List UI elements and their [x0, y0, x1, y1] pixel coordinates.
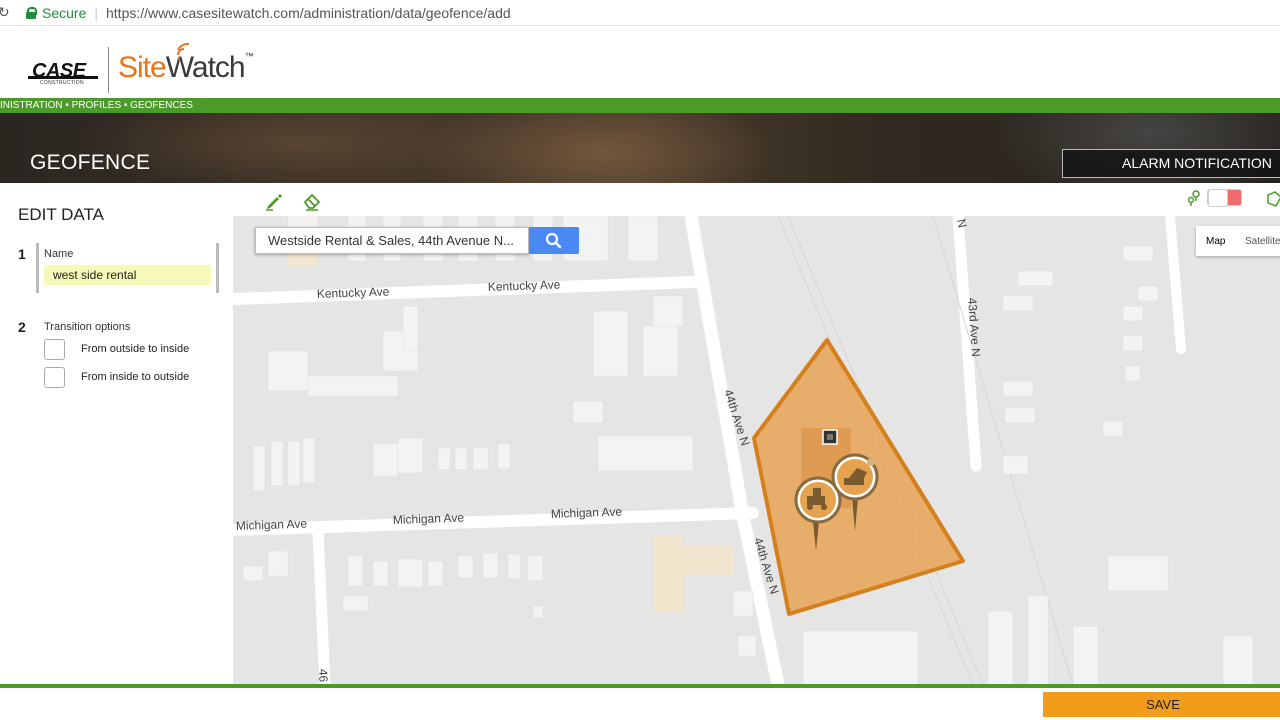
street-label-kentucky-1: Kentucky Ave	[317, 284, 390, 301]
page-banner: GEOFENCE ALARM NOTIFICATION	[0, 113, 1280, 183]
edit-data-title: EDIT DATA	[18, 205, 104, 224]
road-east	[1165, 216, 1186, 354]
road-46th	[312, 526, 331, 685]
case-logo[interactable]: CASE CONSTRUCTION	[28, 58, 102, 86]
polygon-center-dot	[827, 434, 833, 440]
step-2-number: 2	[18, 319, 26, 335]
name-input[interactable]	[44, 265, 211, 285]
street-label-kentucky-2: Kentucky Ave	[488, 277, 561, 294]
map-search-input[interactable]: Westside Rental & Sales, 44th Avenue N..…	[255, 227, 529, 254]
step-1-number: 1	[18, 246, 26, 262]
logo-divider	[108, 47, 109, 93]
url-separator: |	[94, 4, 98, 21]
inside-to-outside-label[interactable]: From inside to outside	[81, 371, 189, 383]
street-label-n: N	[954, 218, 969, 229]
street-label-46: 46	[316, 669, 330, 683]
outside-to-inside-label[interactable]: From outside to inside	[81, 343, 189, 355]
case-logo-bar	[28, 76, 98, 79]
map-search-button[interactable]	[529, 227, 579, 254]
footer-green-line	[0, 684, 1280, 688]
map-graphic[interactable]: Kentucky Ave Kentucky Ave Michigan Ave M…	[233, 216, 1280, 685]
sitewatch-logo-site: Site	[118, 51, 167, 84]
page-title: GEOFENCE	[30, 151, 151, 174]
toggle-switch[interactable]	[1207, 189, 1242, 207]
polygon-icon[interactable]	[1264, 189, 1280, 209]
url-text[interactable]: https://www.casesitewatch.com/administra…	[106, 5, 511, 21]
street-label-michigan-3: Michigan Ave	[551, 505, 623, 521]
map-type-map-option[interactable]: Map	[1206, 236, 1225, 247]
inside-to-outside-checkbox[interactable]	[44, 367, 65, 388]
map-canvas[interactable]: Kentucky Ave Kentucky Ave Michigan Ave M…	[233, 216, 1280, 685]
buildings	[242, 216, 1254, 685]
eraser-icon[interactable]	[302, 191, 322, 211]
outside-to-inside-checkbox[interactable]	[44, 339, 65, 360]
lock-icon	[26, 6, 37, 19]
save-button[interactable]: SAVE	[1043, 692, 1280, 717]
case-logo-subtext: CONSTRUCTION	[40, 80, 84, 86]
step-1-right-bar	[216, 243, 219, 293]
search-icon	[545, 232, 562, 249]
trademark: ™	[244, 51, 254, 61]
street-label-michigan-2: Michigan Ave	[393, 511, 465, 527]
street-label-michigan-1: Michigan Ave	[236, 517, 308, 533]
reload-icon[interactable]: ↻	[0, 4, 12, 21]
secure-label: Secure	[42, 4, 87, 21]
pencil-icon[interactable]	[264, 191, 284, 211]
map-type-control[interactable]: Map Satellite	[1196, 226, 1280, 256]
breadcrumb[interactable]: INISTRATION • PROFILES • GEOFENCES	[0, 98, 1280, 113]
map-type-satellite-option[interactable]: Satellite	[1245, 236, 1280, 247]
toggle-knob	[1208, 189, 1228, 207]
alarm-notification-button[interactable]: ALARM NOTIFICATION	[1062, 149, 1280, 178]
road-kentucky	[233, 276, 699, 305]
signal-waves-icon	[177, 42, 190, 61]
browser-url-bar[interactable]: ↻ Secure | https://www.casesitewatch.com…	[0, 0, 1280, 26]
transition-options-label: Transition options	[44, 321, 131, 333]
name-label: Name	[44, 248, 74, 260]
road-michigan	[233, 507, 759, 536]
step-1-left-bar	[36, 243, 39, 293]
map-markers-icon[interactable]	[1185, 189, 1205, 209]
site-header: CASE CONSTRUCTION SiteWatch™	[0, 27, 1280, 98]
